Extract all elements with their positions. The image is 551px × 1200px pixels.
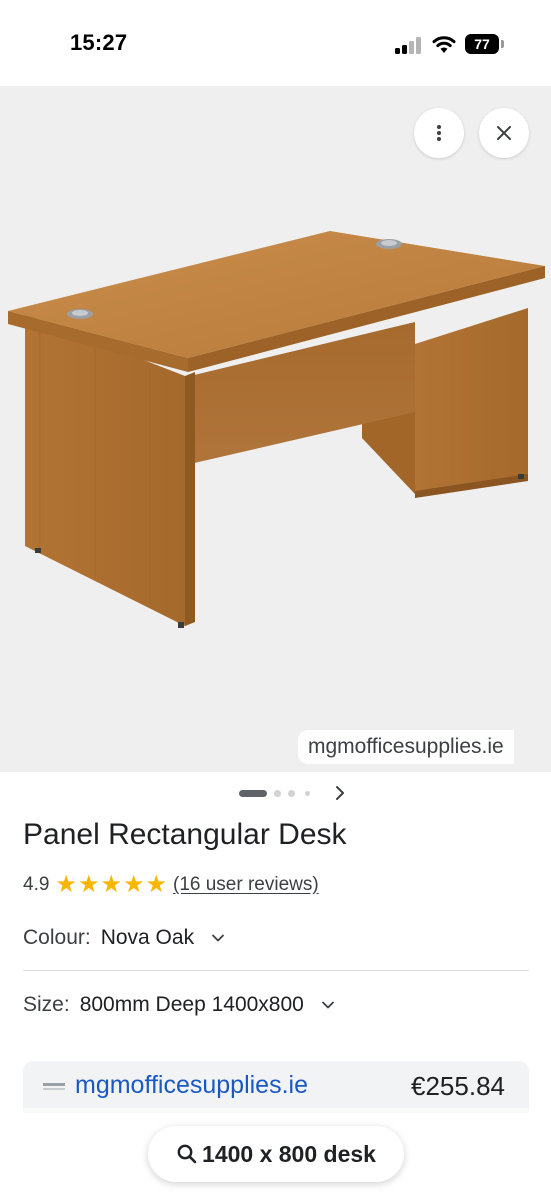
carousel-dot[interactable] xyxy=(305,791,310,796)
seller-name[interactable]: mgmofficesupplies.ie xyxy=(75,1071,308,1100)
star-icon: ★ xyxy=(145,871,167,898)
seller-price: €255.84 xyxy=(411,1071,505,1101)
product-image-area[interactable]: mgmofficesupplies.ie xyxy=(0,86,551,772)
seller-logo-icon xyxy=(43,1083,65,1090)
battery-level: 77 xyxy=(465,34,499,54)
size-value: 800mm Deep 1400x800 xyxy=(79,993,304,1016)
carousel-dot[interactable] xyxy=(274,790,281,797)
status-time: 15:27 xyxy=(70,30,128,55)
product-image-desk xyxy=(8,231,545,628)
battery-icon: 77 xyxy=(465,34,505,54)
chevron-down-icon xyxy=(321,1001,334,1009)
close-button[interactable] xyxy=(479,108,529,158)
star-rating: ★ ★ ★ ★ ★ xyxy=(55,873,168,897)
close-icon xyxy=(497,126,511,140)
chevron-down-icon xyxy=(212,934,224,942)
star-icon: ★ xyxy=(77,871,100,898)
more-vert-icon xyxy=(437,125,441,141)
search-query-pill[interactable]: 1400 x 800 desk xyxy=(148,1126,404,1182)
size-selector[interactable]: Size: 800mm Deep 1400x800 xyxy=(23,987,336,1023)
wifi-icon xyxy=(432,36,456,53)
more-options-button[interactable] xyxy=(414,108,464,158)
carousel-dot[interactable] xyxy=(288,790,295,797)
rating-value: 4.9 xyxy=(23,874,50,895)
star-icon: ★ xyxy=(55,871,77,898)
colour-value: Nova Oak xyxy=(100,926,195,949)
seller-offer-card[interactable]: mgmofficesupplies.ie €255.84 xyxy=(23,1061,529,1113)
chevron-right-icon[interactable] xyxy=(330,783,350,803)
colour-selector[interactable]: Colour: Nova Oak xyxy=(23,920,226,956)
carousel-dot-active[interactable] xyxy=(239,790,267,797)
rating-row: 4.9 ★ ★ ★ ★ ★ (16 user reviews) xyxy=(23,870,319,900)
status-bar: 15:27 77 xyxy=(0,0,551,86)
star-icon: ★ xyxy=(122,871,145,898)
size-label: Size: xyxy=(23,993,70,1016)
image-source-link[interactable]: mgmofficesupplies.ie xyxy=(298,730,514,764)
search-query-text: 1400 x 800 desk xyxy=(202,1140,376,1167)
colour-label: Colour: xyxy=(23,926,91,949)
cellular-signal-icon xyxy=(395,36,423,54)
reviews-link[interactable]: (16 user reviews) xyxy=(173,874,319,896)
search-icon xyxy=(177,1144,197,1164)
product-title: Panel Rectangular Desk xyxy=(23,818,347,851)
image-carousel-indicator xyxy=(0,781,551,807)
star-icon: ★ xyxy=(100,871,122,898)
divider xyxy=(23,970,529,971)
